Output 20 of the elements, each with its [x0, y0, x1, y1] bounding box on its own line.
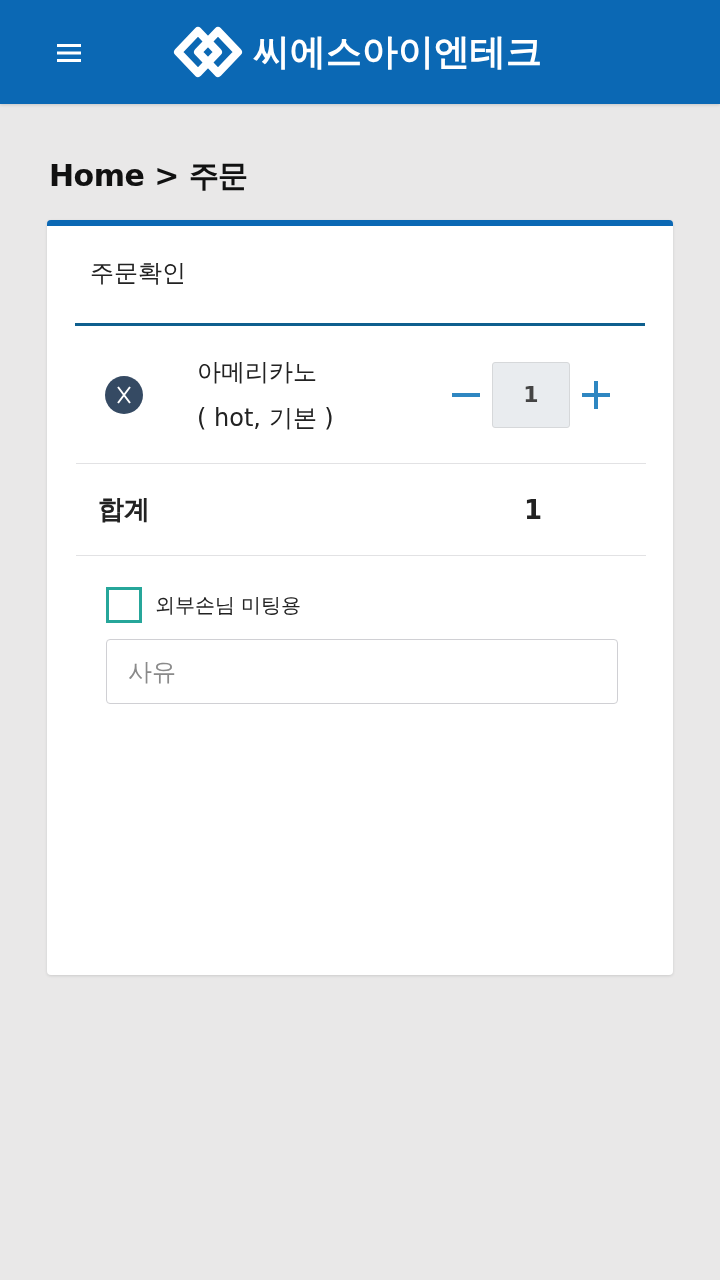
chain-link-logo-icon: [172, 26, 244, 78]
item-name: 아메리카노: [197, 356, 318, 388]
menu-icon: [56, 43, 82, 63]
brand-name: 씨에스아이엔테크: [254, 30, 542, 74]
menu-button[interactable]: [56, 43, 82, 63]
total-value: 1: [523, 494, 542, 525]
decrease-button[interactable]: [452, 392, 480, 397]
item-options: ( hot, 기본 ): [197, 394, 334, 441]
card-title: 주문확인: [90, 259, 186, 287]
increase-button[interactable]: [582, 380, 610, 409]
breadcrumb: Home > 주문: [49, 157, 248, 195]
close-icon: [105, 375, 143, 414]
checkbox-label[interactable]: 외부손님 미팅용: [155, 591, 302, 619]
quantity-field[interactable]: 1: [492, 361, 570, 428]
checkbox[interactable]: [106, 587, 142, 623]
plus-icon: [582, 380, 610, 409]
remove-button[interactable]: [105, 375, 143, 414]
minus-icon: [452, 392, 480, 397]
reason-input-field[interactable]: 사유: [106, 639, 618, 704]
total-label: 합계: [98, 493, 150, 526]
